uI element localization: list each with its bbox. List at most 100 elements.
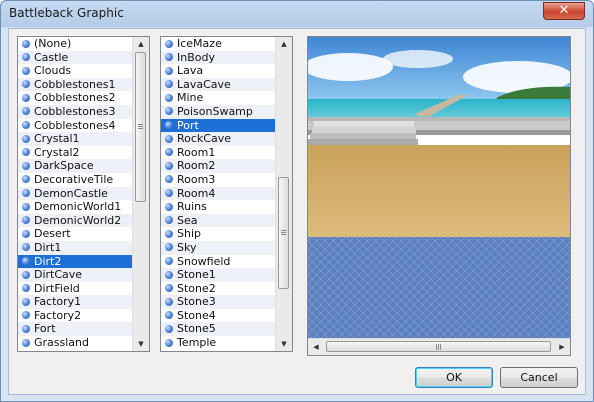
list-item[interactable]: Temple (161, 336, 275, 350)
list-item[interactable]: Cobblestones4 (18, 119, 132, 133)
blue-orb-icon (22, 134, 30, 143)
blue-orb-icon (165, 53, 173, 62)
list-item-label: Sky (177, 240, 197, 254)
list-item[interactable]: Sea (161, 213, 275, 228)
scroll-left-icon[interactable]: ◀ (308, 340, 324, 354)
list-item[interactable]: Stone5 (161, 322, 275, 337)
list-item[interactable]: Stone2 (161, 282, 275, 296)
list-1-scrollbar[interactable]: ▲ ▼ (132, 37, 149, 351)
list-item[interactable]: DemonCastle (18, 186, 132, 201)
list-item-label: Stone1 (177, 268, 216, 282)
battleback-list-1[interactable]: (None) Castle Clouds Cobblestones1 Cobblesto… (17, 36, 150, 352)
list-item[interactable]: Cobblestones3 (18, 104, 132, 119)
list-1-items: (None) Castle Clouds Cobblestones1 Cobblesto… (18, 37, 132, 351)
title-bar[interactable]: Battleback Graphic ✕ (1, 1, 593, 27)
list-item[interactable]: Snowfield (161, 255, 275, 269)
list-item[interactable]: Mine (161, 91, 275, 105)
list-item[interactable]: DirtCave (18, 268, 132, 282)
list-item[interactable]: Cobblestones1 (18, 77, 132, 92)
blue-orb-icon (165, 297, 173, 306)
list-item-label: DirtCave (34, 268, 83, 282)
list-item-label: Room4 (177, 186, 216, 200)
list-item[interactable]: Lava (161, 64, 275, 78)
battleback-list-2[interactable]: IceMaze InBody Lava LavaCave Mine PoisonSwamp… (160, 36, 293, 352)
list-item[interactable]: Castle (18, 50, 132, 65)
list-item[interactable]: InBody (161, 50, 275, 65)
list-item[interactable]: DecorativeTile (18, 173, 132, 187)
list-item[interactable]: DirtField (18, 282, 132, 296)
list-item-label: (None) (34, 37, 72, 50)
list-item[interactable]: Crystal2 (18, 146, 132, 160)
list-item[interactable]: Desert (18, 227, 132, 241)
list-item-label: Mine (177, 91, 204, 105)
list-1-scroll-thumb[interactable] (135, 52, 146, 202)
blue-orb-icon (22, 39, 30, 48)
ok-button[interactable]: OK (415, 367, 493, 388)
scroll-up-icon[interactable]: ▲ (133, 37, 149, 51)
list-item[interactable]: DemonicWorld1 (18, 200, 132, 214)
scroll-down-icon[interactable]: ▼ (133, 337, 149, 351)
list-item-label: DirtField (34, 281, 80, 295)
grip-icon (435, 344, 442, 350)
preview-image (308, 37, 570, 339)
preview-hscrollbar[interactable]: ◀ ▶ (308, 338, 570, 355)
list-item[interactable]: Room4 (161, 186, 275, 201)
scroll-right-icon[interactable]: ▶ (554, 340, 570, 354)
list-item[interactable]: DarkSpace (18, 159, 132, 173)
blue-orb-icon (165, 161, 173, 170)
list-item[interactable]: Port (161, 118, 275, 133)
list-item[interactable]: Ruins (161, 200, 275, 214)
blue-orb-icon (22, 121, 30, 130)
list-item[interactable]: Clouds (18, 64, 132, 78)
list-item-label: Ruins (177, 200, 207, 214)
list-item-label: Lava (177, 64, 204, 78)
list-item-label: RockCave (177, 132, 231, 146)
list-2-scroll-thumb[interactable] (278, 177, 289, 289)
list-item[interactable]: Factory2 (18, 309, 132, 323)
preview-scroll-thumb[interactable] (326, 341, 551, 352)
list-item-label: Factory2 (34, 308, 82, 322)
blue-orb-icon (165, 148, 173, 157)
list-item[interactable]: Stone1 (161, 268, 275, 282)
blue-orb-icon (22, 107, 30, 116)
list-2-scrollbar[interactable]: ▲ ▼ (275, 37, 292, 351)
list-item-label: InBody (177, 50, 215, 64)
list-item[interactable]: Room1 (161, 146, 275, 160)
list-item[interactable]: Dirt1 (18, 240, 132, 255)
list-item[interactable]: Room2 (161, 159, 275, 173)
list-item-label: DemonicWorld1 (34, 200, 122, 214)
list-item[interactable]: Dirt2 (18, 254, 132, 269)
list-item[interactable]: Stone4 (161, 309, 275, 323)
blue-orb-icon (165, 324, 173, 333)
list-item-label: Stone2 (177, 281, 216, 295)
list-item[interactable]: Ship (161, 227, 275, 241)
list-item[interactable]: Sky (161, 240, 275, 255)
list-item[interactable]: RockCave (161, 132, 275, 146)
list-item[interactable]: Fort (18, 322, 132, 337)
list-item-label: Cobblestones4 (34, 118, 116, 132)
blue-orb-icon (22, 148, 30, 157)
battleback-dialog: Battleback Graphic ✕ (None) Castle Clouds C… (0, 0, 594, 402)
list-item[interactable]: Cobblestones2 (18, 91, 132, 105)
list-item[interactable]: LavaCave (161, 77, 275, 92)
scroll-down-icon[interactable]: ▼ (276, 337, 292, 351)
blue-orb-icon (165, 121, 173, 130)
list-item-label: Port (177, 118, 199, 132)
blue-orb-icon (165, 134, 173, 143)
list-item[interactable]: Grassland (18, 336, 132, 350)
grip-icon (138, 124, 143, 130)
cancel-button[interactable]: Cancel (500, 367, 578, 388)
close-button[interactable]: ✕ (543, 2, 585, 20)
list-item[interactable]: IceMaze (161, 37, 275, 51)
list-item[interactable]: (None) (18, 37, 132, 51)
blue-orb-icon (22, 53, 30, 62)
list-item[interactable]: Room3 (161, 173, 275, 187)
scroll-up-icon[interactable]: ▲ (276, 37, 292, 51)
list-item-label: Stone3 (177, 295, 216, 309)
list-item[interactable]: DemonicWorld2 (18, 213, 132, 228)
list-item[interactable]: Stone3 (161, 295, 275, 309)
list-item[interactable]: Factory1 (18, 295, 132, 309)
list-item[interactable]: Crystal1 (18, 132, 132, 146)
list-item[interactable]: PoisonSwamp (161, 104, 275, 119)
list-item-label: Snowfield (177, 254, 231, 268)
